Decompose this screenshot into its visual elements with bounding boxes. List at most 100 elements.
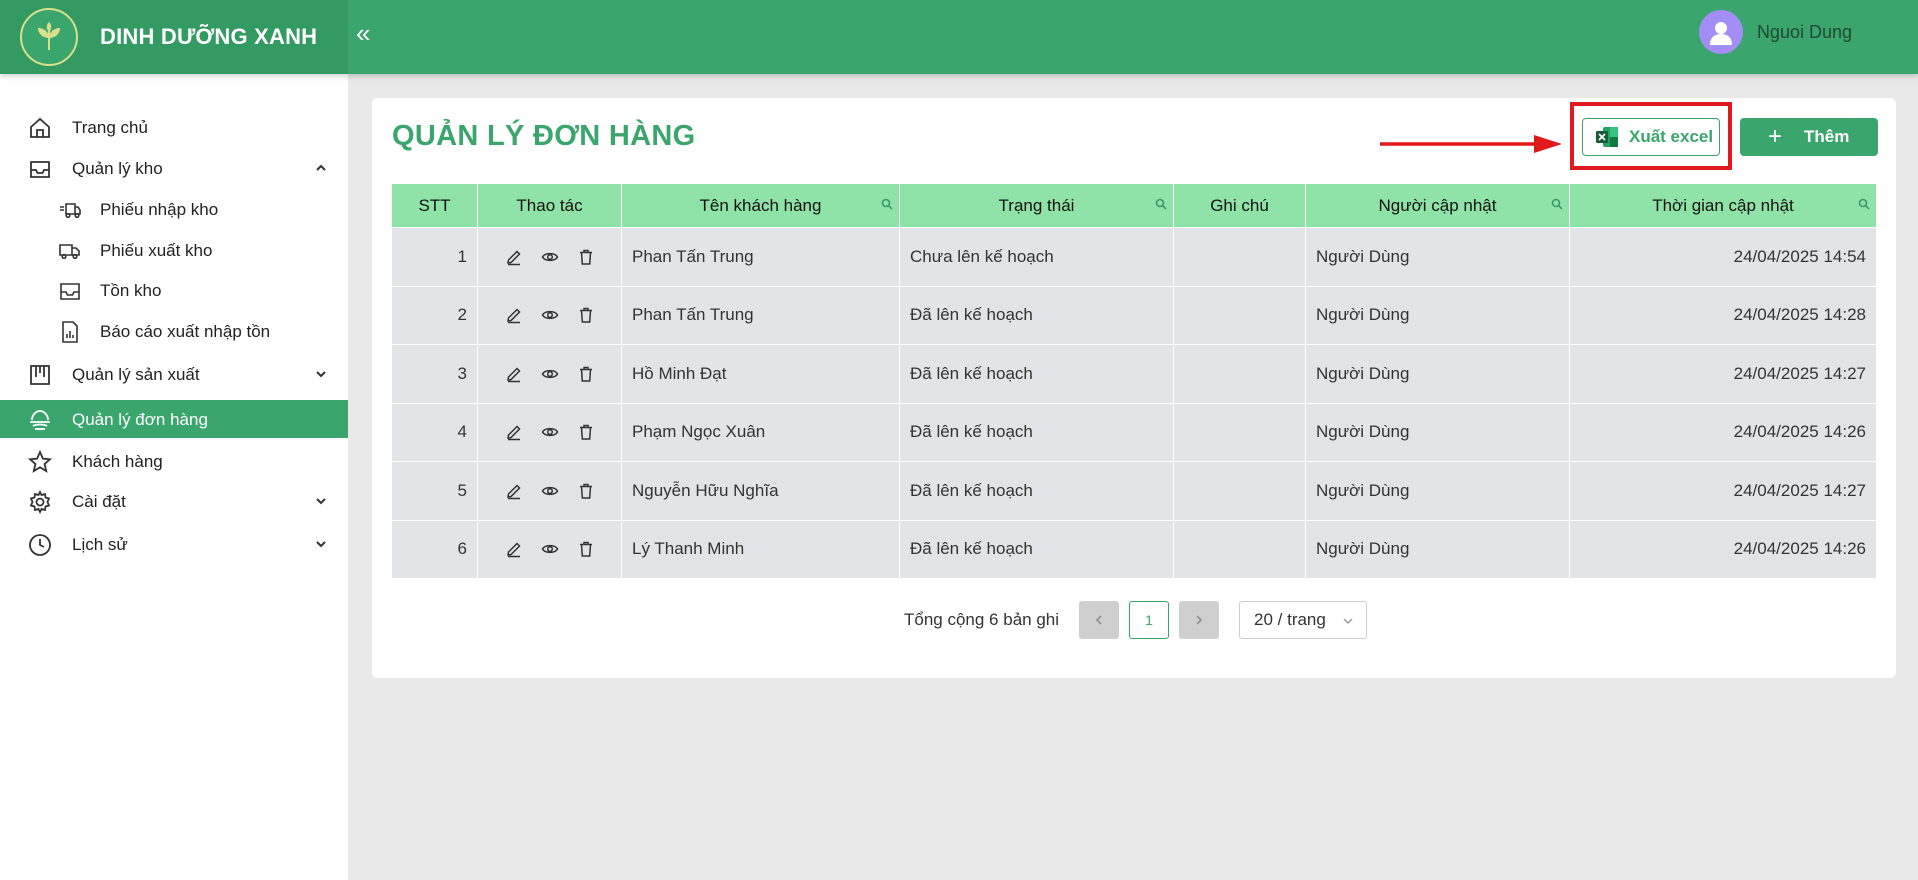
cell-actions: [478, 345, 622, 403]
cell-note: [1174, 403, 1306, 461]
search-icon[interactable]: [1551, 198, 1563, 210]
column-header-status: Trạng thái: [900, 184, 1174, 227]
excel-icon: [1596, 127, 1618, 147]
page-size-value: 20 / trang: [1254, 610, 1326, 629]
annotation-arrow-icon: [1380, 135, 1562, 153]
user-name[interactable]: Nguoi Dung: [1757, 22, 1852, 43]
cell-stt: 1: [392, 228, 478, 286]
page-title: QUẢN LÝ ĐƠN HÀNG: [392, 120, 696, 152]
eye-icon[interactable]: [541, 482, 559, 500]
table-row[interactable]: 2 Phan Tấn Trung Đã lên kế hoạch Người Dùng…: [392, 285, 1876, 344]
edit-icon[interactable]: [505, 248, 523, 266]
edit-icon[interactable]: [505, 306, 523, 324]
truck-icon: [59, 244, 80, 260]
cell-actions: [478, 462, 622, 520]
column-label: Thao tác: [516, 195, 583, 215]
edit-icon[interactable]: [505, 423, 523, 441]
double-chevron-left-icon[interactable]: «: [348, 18, 378, 49]
sidebar-item-stock[interactable]: Tồn kho: [0, 271, 348, 309]
cell-updated-by: Người Dùng: [1306, 403, 1570, 461]
user-menu[interactable]: Nguoi Dung: [1698, 10, 1852, 54]
eye-icon[interactable]: [541, 365, 559, 383]
add-button[interactable]: + Thêm: [1740, 118, 1878, 156]
table-row[interactable]: 1 Phan Tấn Trung Chưa lên kế hoạch Người Dù…: [392, 227, 1876, 286]
cell-actions: [478, 520, 622, 578]
sidebar: Trang chủ Quản lý kho Phiếu nhập kho Phi…: [0, 74, 348, 880]
plus-icon: +: [1768, 123, 1783, 150]
next-page-button[interactable]: [1179, 601, 1220, 639]
sidebar-item-customers[interactable]: Khách hàng: [0, 442, 348, 480]
cell-note: [1174, 462, 1306, 520]
sidebar-item-label: Phiếu nhập kho: [100, 200, 219, 219]
export-excel-label: Xuất excel: [1629, 127, 1714, 146]
clock-icon: [29, 534, 51, 556]
page-size-select[interactable]: 20 / trang: [1239, 601, 1368, 639]
add-label: Thêm: [1804, 127, 1850, 146]
avatar[interactable]: [1698, 10, 1743, 54]
table-row[interactable]: 6 Lý Thanh Minh Đã lên kế hoạch Người Dùng 2…: [392, 519, 1876, 578]
cell-updated-at: 24/04/2025 14:27: [1733, 480, 1866, 500]
sidebar-item-settings[interactable]: Cài đặt: [0, 482, 348, 520]
search-icon[interactable]: [1858, 198, 1870, 210]
inbox-icon: [60, 283, 80, 300]
eye-icon[interactable]: [541, 423, 559, 441]
column-header-customer: Tên khách hàng: [622, 184, 900, 227]
trash-icon[interactable]: [577, 248, 595, 266]
chevron-down-icon: [1343, 618, 1353, 624]
sidebar-item-orders[interactable]: Quản lý đơn hàng: [0, 400, 348, 438]
truck-import-icon: [60, 203, 81, 219]
home-icon: [30, 117, 50, 138]
report-icon: [62, 321, 78, 343]
sidebar-item-warehouse[interactable]: Quản lý kho: [0, 149, 348, 187]
cell-updated-at: 24/04/2025 14:26: [1733, 422, 1866, 442]
cell-actions: [478, 286, 622, 344]
sidebar-item-history[interactable]: Lịch sử: [0, 525, 348, 563]
table-row[interactable]: 4 Phạm Ngọc Xuân Đã lên kế hoạch Người Dùng…: [392, 402, 1876, 461]
eye-icon[interactable]: [541, 306, 559, 324]
sidebar-item-label: Lịch sử: [72, 535, 128, 554]
trash-icon[interactable]: [577, 540, 595, 558]
cell-stt: 2: [392, 286, 478, 344]
search-icon[interactable]: [1155, 198, 1167, 210]
sidebar-item-label: Quản lý kho: [72, 159, 163, 178]
sidebar-item-label: Báo cáo xuất nhập tồn: [100, 322, 271, 341]
cell-updated-by: Người Dùng: [1306, 228, 1570, 286]
sidebar-item-label: Phiếu xuất kho: [100, 241, 213, 260]
total-records: Tổng cộng 6 bản ghi: [904, 610, 1060, 629]
trash-icon[interactable]: [577, 423, 595, 441]
cell-status: Đã lên kế hoạch: [900, 403, 1174, 461]
trash-icon[interactable]: [577, 482, 595, 500]
prev-page-button[interactable]: [1079, 601, 1120, 639]
cell-actions: [478, 228, 622, 286]
cell-stt: 4: [392, 403, 478, 461]
inbox-icon: [30, 161, 50, 178]
table-row[interactable]: 5 Nguyễn Hữu Nghĩa Đã lên kế hoạch Người Dù…: [392, 461, 1876, 520]
cell-stt: 6: [392, 520, 478, 578]
edit-icon[interactable]: [505, 540, 523, 558]
cell-updated-at: 24/04/2025 14:28: [1733, 305, 1866, 325]
eye-icon[interactable]: [541, 248, 559, 266]
sidebar-item-production[interactable]: Quản lý sản xuất: [0, 355, 348, 393]
brand: DINH DƯỠNG XANH: [0, 0, 348, 74]
cell-status: Đã lên kế hoạch: [900, 345, 1174, 403]
cell-updated-at: 24/04/2025 14:54: [1733, 246, 1866, 266]
edit-icon[interactable]: [505, 482, 523, 500]
cell-customer: Lý Thanh Minh: [622, 520, 900, 578]
chevron-down-icon: [316, 371, 326, 378]
cell-updated-at: 24/04/2025 14:27: [1733, 363, 1866, 383]
sidebar-item-home[interactable]: Trang chủ: [0, 108, 348, 146]
trash-icon[interactable]: [577, 306, 595, 324]
trash-icon[interactable]: [577, 365, 595, 383]
cell-updated-by: Người Dùng: [1306, 345, 1570, 403]
export-excel-button[interactable]: Xuất excel: [1582, 118, 1720, 156]
sidebar-item-export-slip[interactable]: Phiếu xuất kho: [0, 231, 348, 269]
column-label: Ghi chú: [1210, 195, 1269, 215]
sidebar-item-label: Tồn kho: [100, 281, 162, 300]
sidebar-item-import-slip[interactable]: Phiếu nhập kho: [0, 190, 348, 228]
sidebar-item-report[interactable]: Báo cáo xuất nhập tồn: [0, 312, 348, 350]
edit-icon[interactable]: [505, 365, 523, 383]
page-button-current[interactable]: 1: [1129, 601, 1170, 639]
search-icon[interactable]: [881, 198, 893, 210]
table-row[interactable]: 3 Hồ Minh Đạt Đã lên kế hoạch Người Dùng 24/…: [392, 344, 1876, 403]
eye-icon[interactable]: [541, 540, 559, 558]
